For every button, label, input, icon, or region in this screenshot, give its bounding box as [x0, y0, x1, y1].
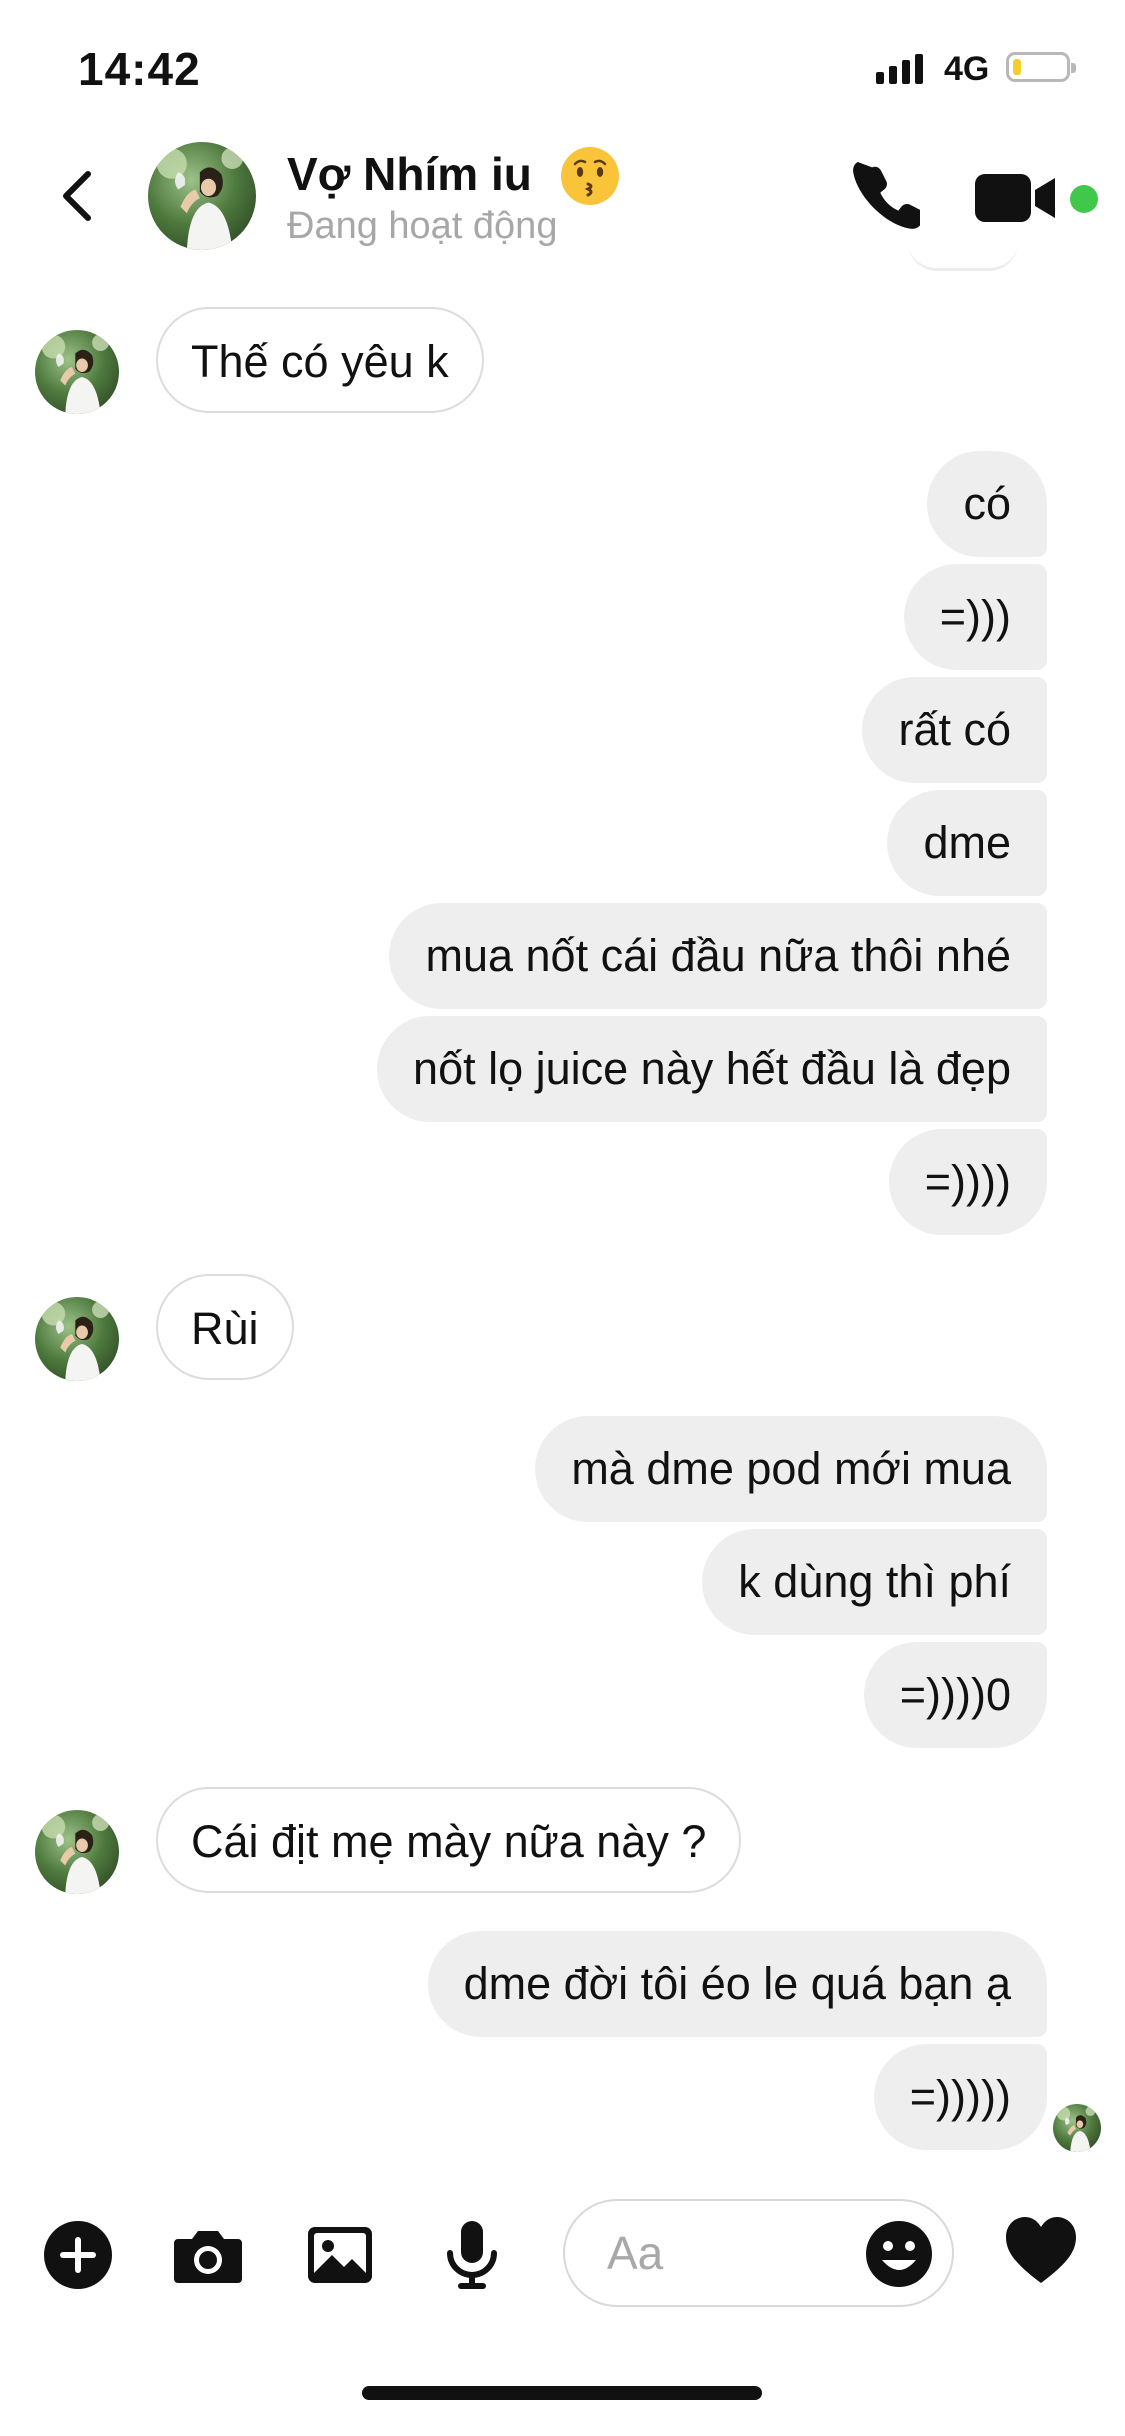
- message-bubble-outgoing[interactable]: mua nốt cái đầu nữa thôi nhé: [389, 903, 1047, 1009]
- microphone-button[interactable]: [432, 2215, 512, 2295]
- camera-button[interactable]: [168, 2215, 248, 2295]
- message-bubble-outgoing[interactable]: dme: [887, 790, 1047, 896]
- sender-avatar: [35, 330, 119, 414]
- sender-avatar: [35, 1810, 119, 1894]
- plus-icon: [44, 2221, 112, 2289]
- microphone-icon: [447, 2221, 497, 2289]
- seen-receipt-avatar: [1053, 2104, 1101, 2152]
- message-bubble-outgoing[interactable]: =))))0: [863, 1642, 1047, 1748]
- plus-button[interactable]: [38, 2215, 118, 2295]
- message-bubble-outgoing[interactable]: nốt lọ juice này hết đầu là đẹp: [377, 1016, 1047, 1122]
- message-list[interactable]: Thế có yêu k có =))) rất có dme mua nốt …: [0, 0, 1125, 2200]
- message-bubble-outgoing[interactable]: =))): [903, 564, 1047, 670]
- message-bubble-incoming[interactable]: Thế có yêu k: [156, 307, 484, 413]
- message-bubble-outgoing[interactable]: =))))): [873, 2044, 1047, 2150]
- message-bubble-incoming[interactable]: Rùi: [156, 1274, 294, 1380]
- gallery-icon: [308, 2227, 372, 2283]
- heart-icon[interactable]: [1002, 2213, 1080, 2291]
- message-bubble-outgoing[interactable]: có: [927, 451, 1047, 557]
- message-bubble-outgoing[interactable]: dme đời tôi éo le quá bạn ạ: [427, 1931, 1047, 2037]
- camera-icon: [174, 2231, 242, 2283]
- emoji-icon[interactable]: [862, 2217, 936, 2291]
- message-bubble-outgoing[interactable]: k dùng thì phí: [702, 1529, 1047, 1635]
- message-bubble-outgoing[interactable]: =)))): [888, 1129, 1047, 1235]
- sender-avatar: [35, 1297, 119, 1381]
- message-composer: [0, 2190, 1125, 2320]
- message-bubble-outgoing[interactable]: mà dme pod mới mua: [535, 1416, 1047, 1522]
- message-bubble-incoming[interactable]: Cái địt mẹ mày nữa này ?: [156, 1787, 742, 1893]
- home-indicator[interactable]: [362, 2386, 762, 2400]
- gallery-button[interactable]: [300, 2215, 380, 2295]
- message-bubble-outgoing[interactable]: rất có: [862, 677, 1047, 783]
